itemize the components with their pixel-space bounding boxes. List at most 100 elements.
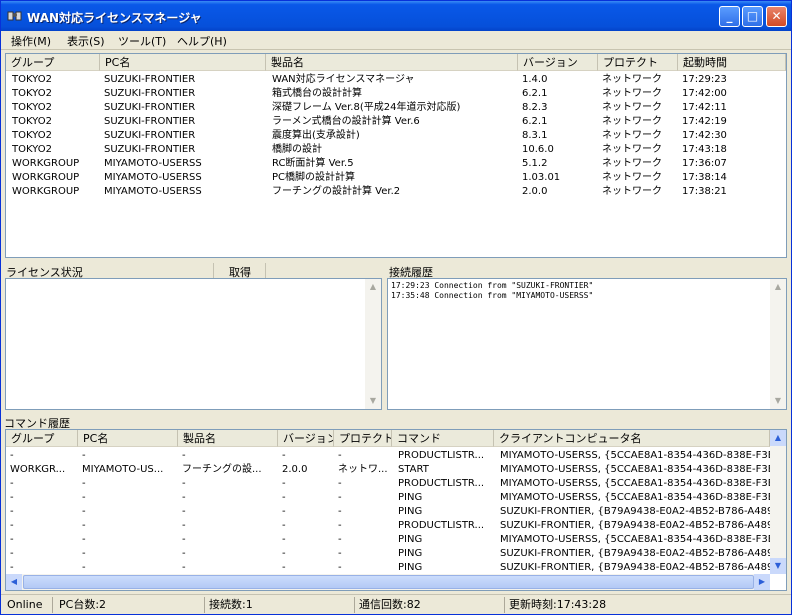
- scroll-down-icon[interactable]: ▼: [770, 558, 786, 574]
- scroll-up-icon[interactable]: ▲: [770, 279, 786, 295]
- license-scrollbar[interactable]: ▲ ▼: [365, 279, 381, 409]
- table-cell: -: [10, 548, 14, 559]
- table-cell: -: [338, 492, 342, 503]
- table-row[interactable]: - - - - - PING MIYAMOTO-USERSS, {5CCAE8A1-8354…: [6, 533, 770, 547]
- table-cell: MIYAMOTO-USERSS: [104, 158, 202, 169]
- table-cell: ネットワーク: [602, 130, 662, 141]
- scroll-up-icon[interactable]: ▲: [770, 430, 786, 446]
- scroll-left-icon[interactable]: ◀: [6, 574, 22, 590]
- table-cell: -: [338, 562, 342, 573]
- scroll-up-icon[interactable]: ▲: [365, 279, 381, 295]
- table-row[interactable]: TOKYO2 SUZUKI-FRONTIER ラーメン式橋台の設計計算 Ver.6 6…: [6, 115, 786, 129]
- col-header-pc-name[interactable]: PC名: [100, 54, 266, 71]
- table-row[interactable]: - - - - - PRODUCTLISTR... MIYAMOTO-USERSS, {5C…: [6, 477, 770, 491]
- col-header-command[interactable]: コマンド: [392, 430, 494, 447]
- table-cell: MIYAMOTO-USERSS, {5CCAE8A1-8354-436D-838…: [500, 534, 770, 545]
- table-row[interactable]: - - - - - PING MIYAMOTO-USERSS, {5CCAE8A1-8354…: [6, 491, 770, 505]
- col-header-client-computer[interactable]: クライアントコンピュータ名: [494, 430, 770, 447]
- table-row[interactable]: - - - - - PING SUZUKI-FRONTIER, {B79A9438-E0A2…: [6, 505, 770, 519]
- table-cell: SUZUKI-FRONTIER: [104, 130, 196, 141]
- status-bar: Online PC台数:2 接続数:1 通信回数:82 更新時刻:17:43:2…: [1, 594, 791, 614]
- table-cell: -: [10, 506, 14, 517]
- table-row[interactable]: TOKYO2 SUZUKI-FRONTIER 深礎フレーム Ver.8(平成24年道…: [6, 101, 786, 115]
- connection-history-pane[interactable]: 17:29:23 Connection from "SUZUKI-FRONTIE…: [387, 278, 787, 410]
- table-cell: 6.2.1: [522, 88, 548, 99]
- col-header-protect[interactable]: プロテクト: [598, 54, 678, 71]
- col-header-product[interactable]: 製品名: [178, 430, 278, 447]
- table-cell: ネットワーク: [602, 102, 662, 113]
- table-cell: PRODUCTLISTR...: [398, 478, 485, 489]
- minimize-button[interactable]: _: [719, 6, 740, 27]
- table-cell: -: [182, 492, 186, 503]
- table-cell: 17:38:14: [682, 172, 727, 183]
- table-cell: ネットワーク: [602, 186, 662, 197]
- title-bar[interactable]: WAN対応ライセンスマネージャ _ □ ✕: [1, 1, 791, 31]
- col-header-pc-name[interactable]: PC名: [78, 430, 178, 447]
- connection-log-line: 17:29:23 Connection from "SUZUKI-FRONTIE…: [391, 281, 594, 290]
- table-row[interactable]: WORKGROUP MIYAMOTO-USERSS PC橋脚の設計計算 1.03.01…: [6, 171, 786, 185]
- table-row[interactable]: - - - - - PRODUCTLISTR... MIYAMOTO-USERSS, {5C…: [6, 449, 770, 463]
- table-row[interactable]: - - - - - PING SUZUKI-FRONTIER, {B79A9438-E0A2…: [6, 561, 770, 575]
- table-row[interactable]: WORKGR... MIYAMOTO-US... フーチングの設... 2.0.0 ネッ…: [6, 463, 770, 477]
- table-cell: MIYAMOTO-USERSS, {5CCAE8A1-8354-436D-838…: [500, 492, 770, 503]
- table-row[interactable]: WORKGROUP MIYAMOTO-USERSS フーチングの設計計算 Ver.2…: [6, 185, 786, 199]
- table-cell: ネットワーク: [602, 74, 662, 85]
- table-row[interactable]: TOKYO2 SUZUKI-FRONTIER 箱式橋台の設計計算 6.2.1 ネットワー…: [6, 87, 786, 101]
- table-cell: -: [182, 520, 186, 531]
- table-cell: 2.0.0: [282, 464, 308, 475]
- col-header-version[interactable]: バージョン: [278, 430, 334, 447]
- table-row[interactable]: WORKGROUP MIYAMOTO-USERSS RC断面計算 Ver.5 5.1.…: [6, 157, 786, 171]
- close-button[interactable]: ✕: [766, 6, 787, 27]
- table-cell: -: [10, 492, 14, 503]
- menu-tools[interactable]: ツール(T): [118, 33, 166, 49]
- command-vertical-scrollbar[interactable]: ▲ ▼: [770, 430, 786, 574]
- scroll-right-icon[interactable]: ▶: [754, 574, 770, 590]
- table-cell: ネットワ...: [338, 464, 388, 475]
- menu-view[interactable]: 表示(S): [67, 33, 105, 49]
- table-cell: -: [282, 478, 286, 489]
- table-cell: PING: [398, 534, 423, 545]
- table-cell: SUZUKI-FRONTIER: [104, 102, 196, 113]
- pc-count-status: PC台数:2: [55, 597, 205, 613]
- table-cell: -: [282, 506, 286, 517]
- table-cell: RC断面計算 Ver.5: [272, 158, 354, 169]
- table-cell: -: [10, 534, 14, 545]
- table-cell: -: [182, 450, 186, 461]
- col-header-group[interactable]: グループ: [6, 54, 100, 71]
- scroll-down-icon[interactable]: ▼: [365, 393, 381, 409]
- table-cell: -: [82, 506, 86, 517]
- table-cell: 17:42:11: [682, 102, 727, 113]
- command-history-table[interactable]: グループ PC名 製品名 バージョン プロテクト コマンド クライアントコンピュ…: [5, 429, 787, 591]
- communication-count-status: 通信回数:82: [355, 597, 505, 613]
- table-cell: -: [10, 450, 14, 461]
- scroll-down-icon[interactable]: ▼: [770, 393, 786, 409]
- connection-scrollbar[interactable]: ▲ ▼: [770, 279, 786, 409]
- col-header-product[interactable]: 製品名: [266, 54, 518, 71]
- table-cell: ネットワーク: [602, 88, 662, 99]
- table-body: - - - - - PRODUCTLISTR... MIYAMOTO-USERSS, {5C…: [6, 449, 770, 575]
- col-header-start-time[interactable]: 起動時間: [678, 54, 786, 71]
- menu-operation[interactable]: 操作(M): [11, 33, 51, 49]
- col-header-version[interactable]: バージョン: [518, 54, 598, 71]
- table-cell: PING: [398, 562, 423, 573]
- table-row[interactable]: - - - - - PING SUZUKI-FRONTIER, {B79A9438-E0A2…: [6, 547, 770, 561]
- table-cell: 8.3.1: [522, 130, 548, 141]
- table-row[interactable]: TOKYO2 SUZUKI-FRONTIER 震度算出(支承設計) 8.3.1 ネットワ…: [6, 129, 786, 143]
- window-title: WAN対応ライセンスマネージャ: [27, 11, 202, 25]
- menu-help[interactable]: ヘルプ(H): [177, 33, 227, 49]
- table-row[interactable]: TOKYO2 SUZUKI-FRONTIER WAN対応ライセンスマネージャ 1.4.…: [6, 73, 786, 87]
- table-cell: -: [82, 450, 86, 461]
- license-status-pane[interactable]: ▲ ▼: [5, 278, 382, 410]
- table-row[interactable]: TOKYO2 SUZUKI-FRONTIER 橋脚の設計 10.6.0 ネットワーク 17…: [6, 143, 786, 157]
- table-cell: フーチングの設計計算 Ver.2: [272, 186, 401, 197]
- col-header-protect[interactable]: プロテクト: [334, 430, 392, 447]
- table-cell: PRODUCTLISTR...: [398, 520, 485, 531]
- table-cell: ネットワーク: [602, 158, 662, 169]
- active-products-table[interactable]: グループ PC名 製品名 バージョン プロテクト 起動時間 TOKYO2 SUZU…: [5, 53, 787, 258]
- scroll-thumb[interactable]: [23, 575, 754, 589]
- col-header-group[interactable]: グループ: [6, 430, 78, 447]
- maximize-button[interactable]: □: [742, 6, 763, 27]
- command-horizontal-scrollbar[interactable]: ◀ ▶: [6, 574, 770, 590]
- table-row[interactable]: - - - - - PRODUCTLISTR... SUZUKI-FRONTIER, {B7…: [6, 519, 770, 533]
- table-cell: -: [82, 478, 86, 489]
